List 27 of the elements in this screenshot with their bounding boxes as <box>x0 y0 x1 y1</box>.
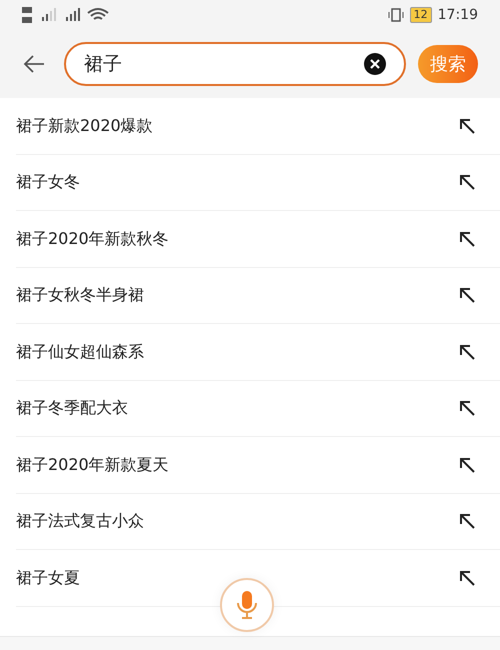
suggestion-text[interactable]: 裙子法式复古小众 <box>16 509 144 534</box>
fill-arrow-icon[interactable] <box>458 342 476 361</box>
fill-arrow-icon[interactable] <box>458 116 476 135</box>
microphone-icon <box>236 590 258 620</box>
fill-arrow-icon[interactable] <box>458 399 476 418</box>
clear-icon[interactable] <box>364 53 386 75</box>
fill-arrow-icon[interactable] <box>458 173 476 192</box>
fill-arrow-icon[interactable] <box>458 512 476 530</box>
suggestion-text[interactable]: 裙子女冬 <box>16 170 80 194</box>
suggestion-text[interactable]: 裙子女秋冬半身裙 <box>16 283 144 308</box>
suggestion-text[interactable]: 裙子冬季配大衣 <box>16 396 128 420</box>
back-icon[interactable] <box>22 54 46 74</box>
fill-arrow-icon[interactable] <box>458 230 476 248</box>
suggestion-text[interactable]: 裙子仙女超仙森系 <box>16 340 144 364</box>
search-field[interactable]: 裙子 <box>64 42 406 86</box>
fill-arrow-icon[interactable] <box>458 286 476 304</box>
suggestion-text[interactable]: 裙子2020年新款夏天 <box>16 452 169 477</box>
suggestion-text[interactable]: 裙子2020年新款秋冬 <box>16 226 169 251</box>
clock: 17:19 <box>438 6 478 24</box>
suggestion-text[interactable]: 裙子新款2020爆款 <box>16 114 153 138</box>
fill-arrow-icon[interactable] <box>458 456 476 474</box>
voice-button[interactable] <box>220 578 274 632</box>
suggestion-text[interactable]: 裙子女夏 <box>16 566 80 590</box>
vibrate-icon <box>388 8 404 22</box>
battery-level: 12 <box>410 7 432 23</box>
fill-arrow-icon[interactable] <box>458 568 476 587</box>
search-input-text: 裙子 <box>84 52 123 77</box>
